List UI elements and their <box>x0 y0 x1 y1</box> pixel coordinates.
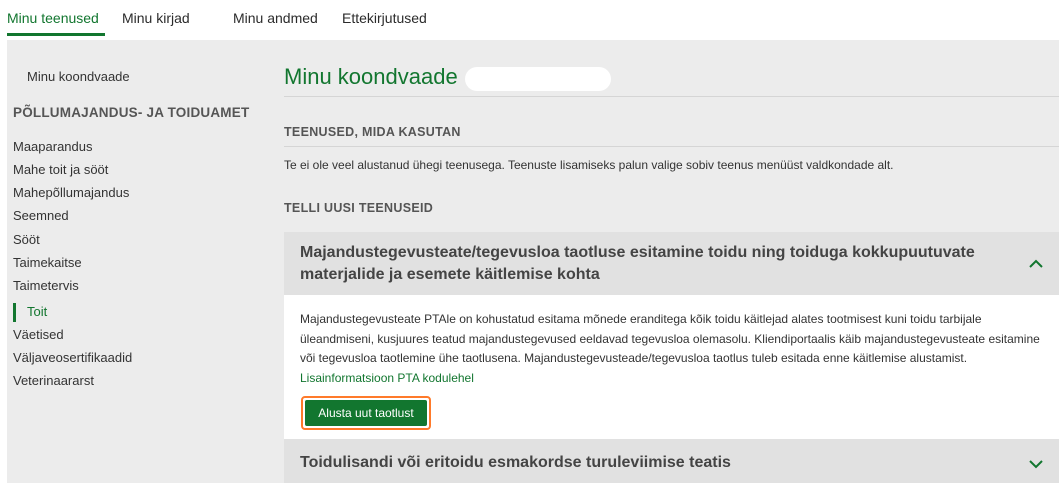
more-info-link[interactable]: Lisainformatsioon PTA kodulehel <box>300 371 474 385</box>
chevron-up-icon[interactable] <box>1026 254 1046 274</box>
tab-ettekirjutused[interactable]: Ettekirjutused <box>342 10 427 26</box>
sidebar-item-taimetervis[interactable]: Taimetervis <box>13 278 79 294</box>
accordion-title: Majandustegevusteate/tegevusloa taotluse… <box>300 244 975 283</box>
button-focus-ring: Alusta uut taotlust <box>301 396 431 430</box>
sidebar-item-valjaveosertifikaadid[interactable]: Väljaveosertifikaadid <box>13 350 132 366</box>
accordion-body: Majandustegevusteate PTAle on kohustatud… <box>284 295 1059 439</box>
title-divider <box>284 96 1059 97</box>
accordion-description: Majandustegevusteate PTAle on kohustatud… <box>300 310 1050 388</box>
services-divider <box>284 146 1059 147</box>
sidebar-item-toit[interactable]: Toit <box>27 304 47 320</box>
sidebar-item-mahe-toit[interactable]: Mahe toit ja sööt <box>13 162 108 178</box>
services-heading: TEENUSED, MIDA KASUTAN <box>284 125 461 139</box>
sidebar-item-soot[interactable]: Sööt <box>13 232 40 248</box>
sidebar-item-taimekaitse[interactable]: Taimekaitse <box>13 255 82 271</box>
sidebar-item-seemned[interactable]: Seemned <box>13 208 69 224</box>
description-text: Majandustegevusteate PTAle on kohustatud… <box>300 312 1040 365</box>
accordion-title: Toidulisandi või eritoidu esmakordse tur… <box>300 454 731 471</box>
sidebar-section-heading: PÕLLUMAJANDUS- JA TOIDUAMET <box>13 105 250 120</box>
tab-minu-andmed[interactable]: Minu andmed <box>233 10 318 26</box>
sidebar-item-vaetised[interactable]: Väetised <box>13 327 64 343</box>
redacted-user-name <box>465 67 611 91</box>
top-navigation: Minu teenused Minu kirjad Minu andmed Et… <box>0 0 1059 40</box>
sidebar-item-maaparandus[interactable]: Maaparandus <box>13 139 93 155</box>
tab-minu-kirjad[interactable]: Minu kirjad <box>122 10 190 26</box>
accordion-header-toidulisand[interactable]: Toidulisandi või eritoidu esmakordse tur… <box>284 439 1059 483</box>
services-empty-text: Te ei ole veel alustanud ühegi teenusega… <box>284 158 894 172</box>
sidebar-item-veterinaararst[interactable]: Veterinaararst <box>13 373 94 389</box>
order-heading: TELLI UUSI TEENUSEID <box>284 201 434 215</box>
tab-minu-teenused[interactable]: Minu teenused <box>7 10 99 26</box>
sidebar-overview-link[interactable]: Minu koondvaade <box>27 69 130 85</box>
start-new-application-button[interactable]: Alusta uut taotlust <box>305 400 427 426</box>
accordion-header-majandustegevusteade[interactable]: Majandustegevusteate/tegevusloa taotluse… <box>284 232 1059 295</box>
sidebar-item-mahepollumajandus[interactable]: Mahepõllumajandus <box>13 185 129 201</box>
sidebar-active-indicator <box>13 303 16 322</box>
chevron-down-icon[interactable] <box>1026 454 1046 474</box>
page-title: Minu koondvaade <box>284 64 458 89</box>
active-tab-indicator <box>7 33 105 36</box>
